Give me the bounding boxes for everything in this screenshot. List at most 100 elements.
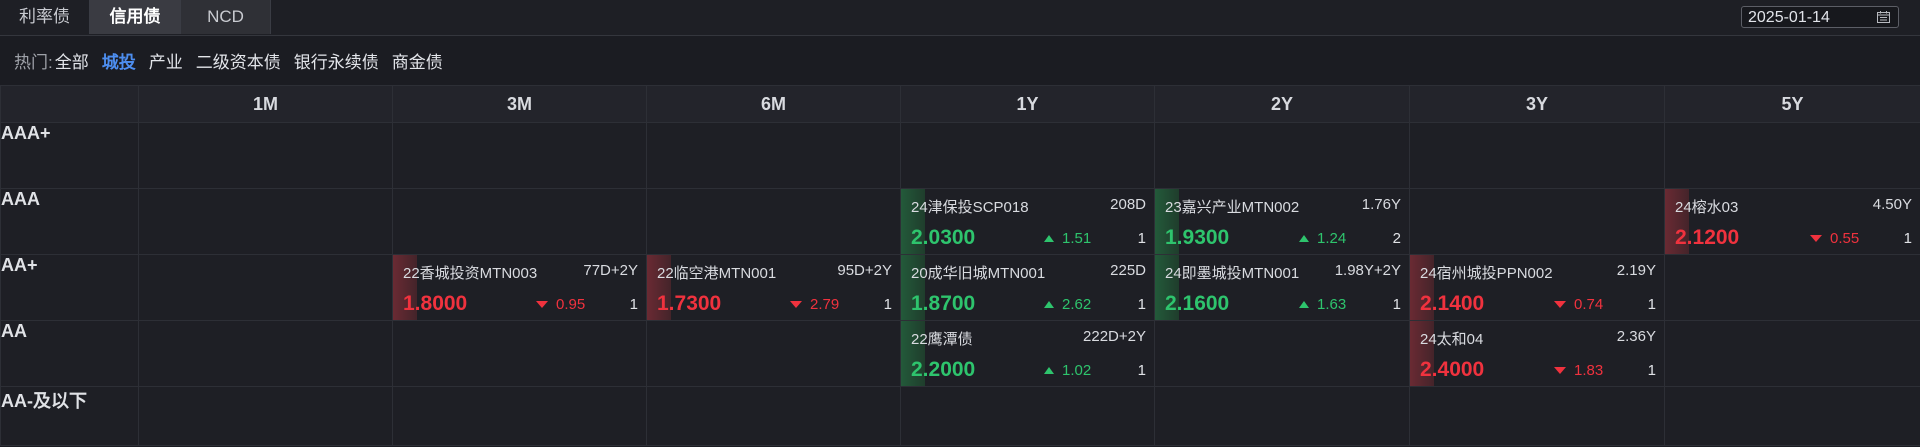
matrix-cell	[646, 320, 901, 387]
term-header-1y[interactable]: 1Y	[900, 85, 1155, 123]
rate-change: 1.63	[1299, 296, 1373, 313]
term-header-2y[interactable]: 2Y	[1154, 85, 1410, 123]
bond-term: 1.98Y+2Y	[1334, 262, 1401, 279]
bond-quote[interactable]: 24津保投SCP018 208D 2.0300 1.51 1	[901, 189, 1154, 254]
date-picker[interactable]: 2025-01-14	[1741, 6, 1899, 28]
bond-quote[interactable]: 22鹰潭债 222D+2Y 2.2000 1.02 1	[901, 321, 1154, 386]
matrix-cell	[392, 122, 647, 189]
rate-change: 0.95	[536, 296, 610, 313]
rate-change: 1.24	[1299, 230, 1373, 247]
rating-label: AAA+	[0, 122, 139, 189]
hot-filter-bar: 热门: 全部 城投 产业 二级资本债 银行永续债 商金债	[0, 36, 1920, 85]
hot-item-all[interactable]: 全部	[55, 48, 89, 73]
arrow-down-icon	[536, 300, 548, 308]
bond-term: 2.19Y	[1616, 262, 1656, 279]
term-header-3y[interactable]: 3Y	[1409, 85, 1665, 123]
corner-header	[0, 85, 139, 123]
bond-term: 208D	[1110, 196, 1146, 213]
bond-name[interactable]: 20成华旧城MTN001	[911, 262, 1045, 282]
matrix-cell[interactable]: 24宿州城投PPN002 2.19Y 2.1400 0.74 1	[1409, 254, 1665, 321]
bond-name[interactable]: 24太和04	[1420, 328, 1483, 348]
bond-rate: 2.4000	[1420, 358, 1485, 381]
tab-rate-bond[interactable]: 利率债	[0, 0, 90, 34]
term-header-6m[interactable]: 6M	[646, 85, 901, 123]
bond-name[interactable]: 24榕水03	[1675, 196, 1738, 216]
matrix-cell	[138, 386, 393, 446]
bond-rate: 1.8700	[911, 292, 976, 315]
matrix-cell[interactable]: 22临空港MTN001 95D+2Y 1.7300 2.79 1	[646, 254, 901, 321]
matrix-cell[interactable]: 24即墨城投MTN001 1.98Y+2Y 2.1600 1.63 1	[1154, 254, 1410, 321]
bond-name[interactable]: 22临空港MTN001	[657, 262, 776, 282]
bond-name[interactable]: 24津保投SCP018	[911, 196, 1029, 216]
arrow-down-icon	[790, 300, 802, 308]
bond-quote[interactable]: 22临空港MTN001 95D+2Y 1.7300 2.79 1	[647, 255, 900, 320]
matrix-cell	[1664, 320, 1920, 387]
hot-label: 热门:	[14, 53, 53, 72]
hot-item-industry[interactable]: 产业	[149, 48, 183, 73]
bond-rate: 1.7300	[657, 292, 722, 315]
matrix-cell	[646, 122, 901, 189]
rate-change-value: 1.83	[1574, 361, 1604, 379]
bond-quote[interactable]: 23嘉兴产业MTN002 1.76Y 1.9300 1.24 2	[1155, 189, 1409, 254]
bond-name[interactable]: 24宿州城投PPN002	[1420, 262, 1553, 282]
bond-name[interactable]: 24即墨城投MTN001	[1165, 262, 1299, 282]
bond-rate: 1.9300	[1165, 226, 1230, 249]
bond-rate: 2.1200	[1675, 226, 1740, 249]
rate-change-value: 2.62	[1062, 295, 1092, 313]
matrix-cell[interactable]: 23嘉兴产业MTN002 1.76Y 1.9300 1.24 2	[1154, 188, 1410, 255]
rate-change-value: 0.74	[1574, 295, 1604, 313]
bond-quote[interactable]: 22香城投资MTN003 77D+2Y 1.8000 0.95 1	[393, 255, 646, 320]
tab-credit-bond[interactable]: 信用债	[90, 0, 181, 34]
rating-row: AA-及以下	[0, 386, 1920, 446]
matrix-cell	[138, 188, 393, 255]
matrix-cell[interactable]: 24太和04 2.36Y 2.4000 1.83 1	[1409, 320, 1665, 387]
bond-term: 4.50Y	[1872, 196, 1912, 213]
hot-item-chengtou[interactable]: 城投	[102, 48, 136, 73]
matrix-cell[interactable]: 24津保投SCP018 208D 2.0300 1.51 1	[900, 188, 1155, 255]
bond-quote[interactable]: 24榕水03 4.50Y 2.1200 0.55 1	[1665, 189, 1920, 254]
bond-term: 1.76Y	[1361, 196, 1401, 213]
bond-name[interactable]: 22鹰潭债	[911, 328, 973, 348]
matrix-cell	[138, 254, 393, 321]
arrow-up-icon	[1044, 366, 1054, 374]
bond-rate: 2.2000	[911, 358, 976, 381]
trade-count: 2	[1392, 229, 1401, 247]
matrix-cell	[138, 320, 393, 387]
matrix-cell	[1664, 122, 1920, 189]
trade-count: 1	[1903, 229, 1912, 247]
arrow-down-icon	[1554, 300, 1566, 308]
bond-name[interactable]: 23嘉兴产业MTN002	[1165, 196, 1299, 216]
trade-count: 1	[1647, 295, 1656, 313]
matrix-cell[interactable]: 24榕水03 4.50Y 2.1200 0.55 1	[1664, 188, 1920, 255]
tab-ncd[interactable]: NCD	[181, 0, 271, 34]
bond-quote[interactable]: 24太和04 2.36Y 2.4000 1.83 1	[1410, 321, 1664, 386]
rating-row: AA+ 22香城投资MTN003 77D+2Y 1.8000 0.95 1 22临空港MTN…	[0, 254, 1920, 321]
rate-change-value: 2.79	[810, 295, 840, 313]
bond-rate: 2.1600	[1165, 292, 1230, 315]
trade-count: 1	[1137, 295, 1146, 313]
hot-item-tier2-capital[interactable]: 二级资本债	[196, 48, 281, 73]
bond-term: 225D	[1110, 262, 1146, 279]
rating-row: AA 22鹰潭债 222D+2Y 2.2000 1.02 1 24太和04 2.36Y 2.40…	[0, 320, 1920, 387]
bond-quote[interactable]: 20成华旧城MTN001 225D 1.8700 2.62 1	[901, 255, 1154, 320]
term-header-5y[interactable]: 5Y	[1664, 85, 1920, 123]
trade-count: 1	[1392, 295, 1401, 313]
hot-item-commercial-financial[interactable]: 商金债	[392, 48, 443, 73]
date-value: 2025-01-14	[1748, 9, 1830, 26]
matrix-cell[interactable]: 22鹰潭债 222D+2Y 2.2000 1.02 1	[900, 320, 1155, 387]
term-header-3m[interactable]: 3M	[392, 85, 647, 123]
rate-change: 0.55	[1810, 230, 1884, 247]
bond-name[interactable]: 22香城投资MTN003	[403, 262, 537, 282]
hot-item-bank-perpetual[interactable]: 银行永续债	[294, 48, 379, 73]
trade-count: 1	[883, 295, 892, 313]
trade-count: 1	[1137, 229, 1146, 247]
matrix-cell[interactable]: 22香城投资MTN003 77D+2Y 1.8000 0.95 1	[392, 254, 647, 321]
matrix-cell	[1154, 386, 1410, 446]
matrix-cell	[1154, 320, 1410, 387]
matrix-cell[interactable]: 20成华旧城MTN001 225D 1.8700 2.62 1	[900, 254, 1155, 321]
bond-quote[interactable]: 24宿州城投PPN002 2.19Y 2.1400 0.74 1	[1410, 255, 1664, 320]
calendar-icon[interactable]	[1877, 11, 1890, 23]
bond-type-tabs: 利率债 信用债 NCD	[0, 0, 271, 35]
term-header-1m[interactable]: 1M	[138, 85, 393, 123]
bond-quote[interactable]: 24即墨城投MTN001 1.98Y+2Y 2.1600 1.63 1	[1155, 255, 1409, 320]
